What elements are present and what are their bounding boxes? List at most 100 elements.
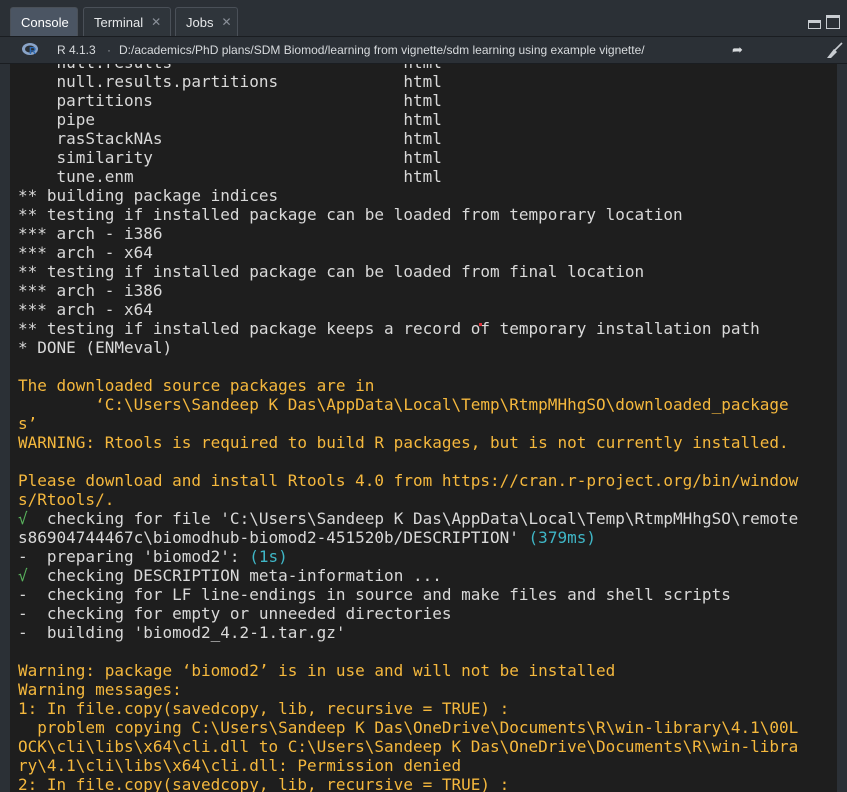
tab-console-label: Console [21, 14, 69, 30]
maximize-icon[interactable] [826, 15, 840, 29]
console-line: √ checking DESCRIPTION meta-information … [18, 566, 798, 585]
console-line: - building 'biomod2_4.2-1.tar.gz' [18, 623, 798, 642]
check-mark: √ [18, 566, 28, 585]
console-line: *** arch - x64 [18, 243, 798, 262]
console-line: Warning: package ‘biomod2’ is in use and… [18, 661, 798, 680]
console-text: Warning messages: [18, 680, 182, 699]
console-line: OCK\cli\libs\x64\cli.dll to C:\Users\San… [18, 737, 798, 756]
console-line: WARNING: Rtools is required to build R p… [18, 433, 798, 452]
tab-jobs[interactable]: Jobs ✕ [175, 7, 238, 36]
console-line: null.results.partitions html [18, 72, 798, 91]
r-version: R 4.1.3 [57, 43, 96, 57]
console-line: - checking for LF line-endings in source… [18, 585, 798, 604]
console-line: rasStackNAs html [18, 129, 798, 148]
timing-text: (379ms) [528, 528, 596, 547]
console-text: s’ [18, 414, 38, 433]
console-text: s/Rtools/. [18, 490, 115, 509]
console-text: ** testing if installed package can be l… [18, 205, 683, 224]
console-line: *** arch - i386 [18, 224, 798, 243]
console-text: ry\4.1\cli\libs\x64\cli.dll: Permission … [18, 756, 462, 775]
console-text: - building 'biomod2_4.2-1.tar.gz' [18, 623, 346, 642]
console-text: OCK\cli\libs\x64\cli.dll to C:\Users\San… [18, 737, 799, 756]
console-text: - checking for LF line-endings in source… [18, 585, 731, 604]
console-line: s86904744467c\biomodhub-biomod2-451520b/… [18, 528, 798, 547]
console-line: - checking for empty or unneeded directo… [18, 604, 798, 623]
console-line: s’ [18, 414, 798, 433]
console-line: ** building package indices [18, 186, 798, 205]
console-text: *** arch - i386 [18, 224, 163, 243]
console-text: ** testing if installed package keeps a … [18, 319, 760, 338]
console-text: WARNING: Rtools is required to build R p… [18, 433, 789, 452]
svg-text:R: R [29, 46, 37, 56]
cursor-marker [479, 323, 482, 326]
console-text: * DONE (ENMeval) [18, 338, 173, 357]
console-line: *** arch - i386 [18, 281, 798, 300]
console-text: similarity html [18, 148, 442, 167]
console-text: ** building package indices [18, 186, 279, 205]
check-mark: √ [18, 509, 28, 528]
console-text: null.results html [18, 64, 442, 72]
console-lines: null.results html null.results.partition… [18, 64, 798, 792]
console-line: √ checking for file 'C:\Users\Sandeep K … [18, 509, 798, 528]
console-line: pipe html [18, 110, 798, 129]
console-toolbar: R R 4.1.3 · D:/academics/PhD plans/SDM B… [0, 37, 847, 64]
console-line: ** testing if installed package can be l… [18, 205, 798, 224]
console-text: Warning: package ‘biomod2’ is in use and… [18, 661, 616, 680]
console-line: 1: In file.copy(savedcopy, lib, recursiv… [18, 699, 798, 718]
tab-terminal[interactable]: Terminal ✕ [83, 7, 171, 36]
right-gutter [837, 64, 847, 792]
console-text: The downloaded source packages are in [18, 376, 375, 395]
arrow-right-icon[interactable]: ➦ [732, 42, 743, 58]
close-icon[interactable]: ✕ [151, 15, 161, 29]
console-line: partitions html [18, 91, 798, 110]
tab-terminal-label: Terminal [94, 14, 144, 30]
console-line: The downloaded source packages are in [18, 376, 798, 395]
console-line: - preparing 'biomod2': (1s) [18, 547, 798, 566]
console-text: *** arch - x64 [18, 243, 153, 262]
tab-bar: Console Terminal ✕ Jobs ✕ [0, 0, 847, 37]
console-text: partitions html [18, 91, 442, 110]
console-line: ry\4.1\cli\libs\x64\cli.dll: Permission … [18, 756, 798, 775]
console-text: rasStackNAs html [18, 129, 442, 148]
console-text: 1: In file.copy(savedcopy, lib, recursiv… [18, 699, 510, 718]
minimize-icon[interactable] [808, 20, 821, 29]
left-gutter [0, 64, 10, 792]
console-text: ** testing if installed package can be l… [18, 262, 645, 281]
console-line: ** testing if installed package keeps a … [18, 319, 798, 338]
r-logo-icon: R [22, 43, 38, 56]
console-line: s/Rtools/. [18, 490, 798, 509]
console-text: tune.enm html [18, 167, 442, 186]
tab-console[interactable]: Console [10, 7, 78, 36]
console-text: *** arch - x64 [18, 300, 153, 319]
console-text: - preparing 'biomod2': [18, 547, 250, 566]
console-line: *** arch - x64 [18, 300, 798, 319]
console-text: ‘C:\Users\Sandeep K Das\AppData\Local\Te… [18, 395, 789, 414]
console-text: pipe html [18, 110, 442, 129]
console-line: * DONE (ENMeval) [18, 338, 798, 357]
tab-jobs-label: Jobs [186, 14, 214, 30]
console-text: problem copying C:\Users\Sandeep K Das\O… [18, 718, 799, 737]
console-text: checking for file 'C:\Users\Sandeep K Da… [27, 509, 799, 528]
console-line: tune.enm html [18, 167, 798, 186]
working-directory: D:/academics/PhD plans/SDM Biomod/learni… [119, 43, 645, 57]
close-icon[interactable]: ✕ [221, 15, 231, 29]
console-text: null.results.partitions html [18, 72, 442, 91]
console-text: checking DESCRIPTION meta-information ..… [27, 566, 442, 585]
console-line: null.results html [18, 64, 798, 72]
console-line: similarity html [18, 148, 798, 167]
console-output[interactable]: null.results html null.results.partition… [10, 64, 837, 792]
console-line: ** testing if installed package can be l… [18, 262, 798, 281]
timing-text: (1s) [249, 547, 288, 566]
console-line: Please download and install Rtools 4.0 f… [18, 471, 798, 490]
separator: · [107, 43, 111, 57]
console-text: 2: In file.copy(savedcopy, lib, recursiv… [18, 775, 510, 792]
console-line: 2: In file.copy(savedcopy, lib, recursiv… [18, 775, 798, 792]
console-text: - checking for empty or unneeded directo… [18, 604, 452, 623]
console-text: *** arch - i386 [18, 281, 163, 300]
broom-icon[interactable] [826, 41, 844, 59]
console-line: problem copying C:\Users\Sandeep K Das\O… [18, 718, 798, 737]
console-text: Please download and install Rtools 4.0 f… [18, 471, 799, 490]
console-line: Warning messages: [18, 680, 798, 699]
